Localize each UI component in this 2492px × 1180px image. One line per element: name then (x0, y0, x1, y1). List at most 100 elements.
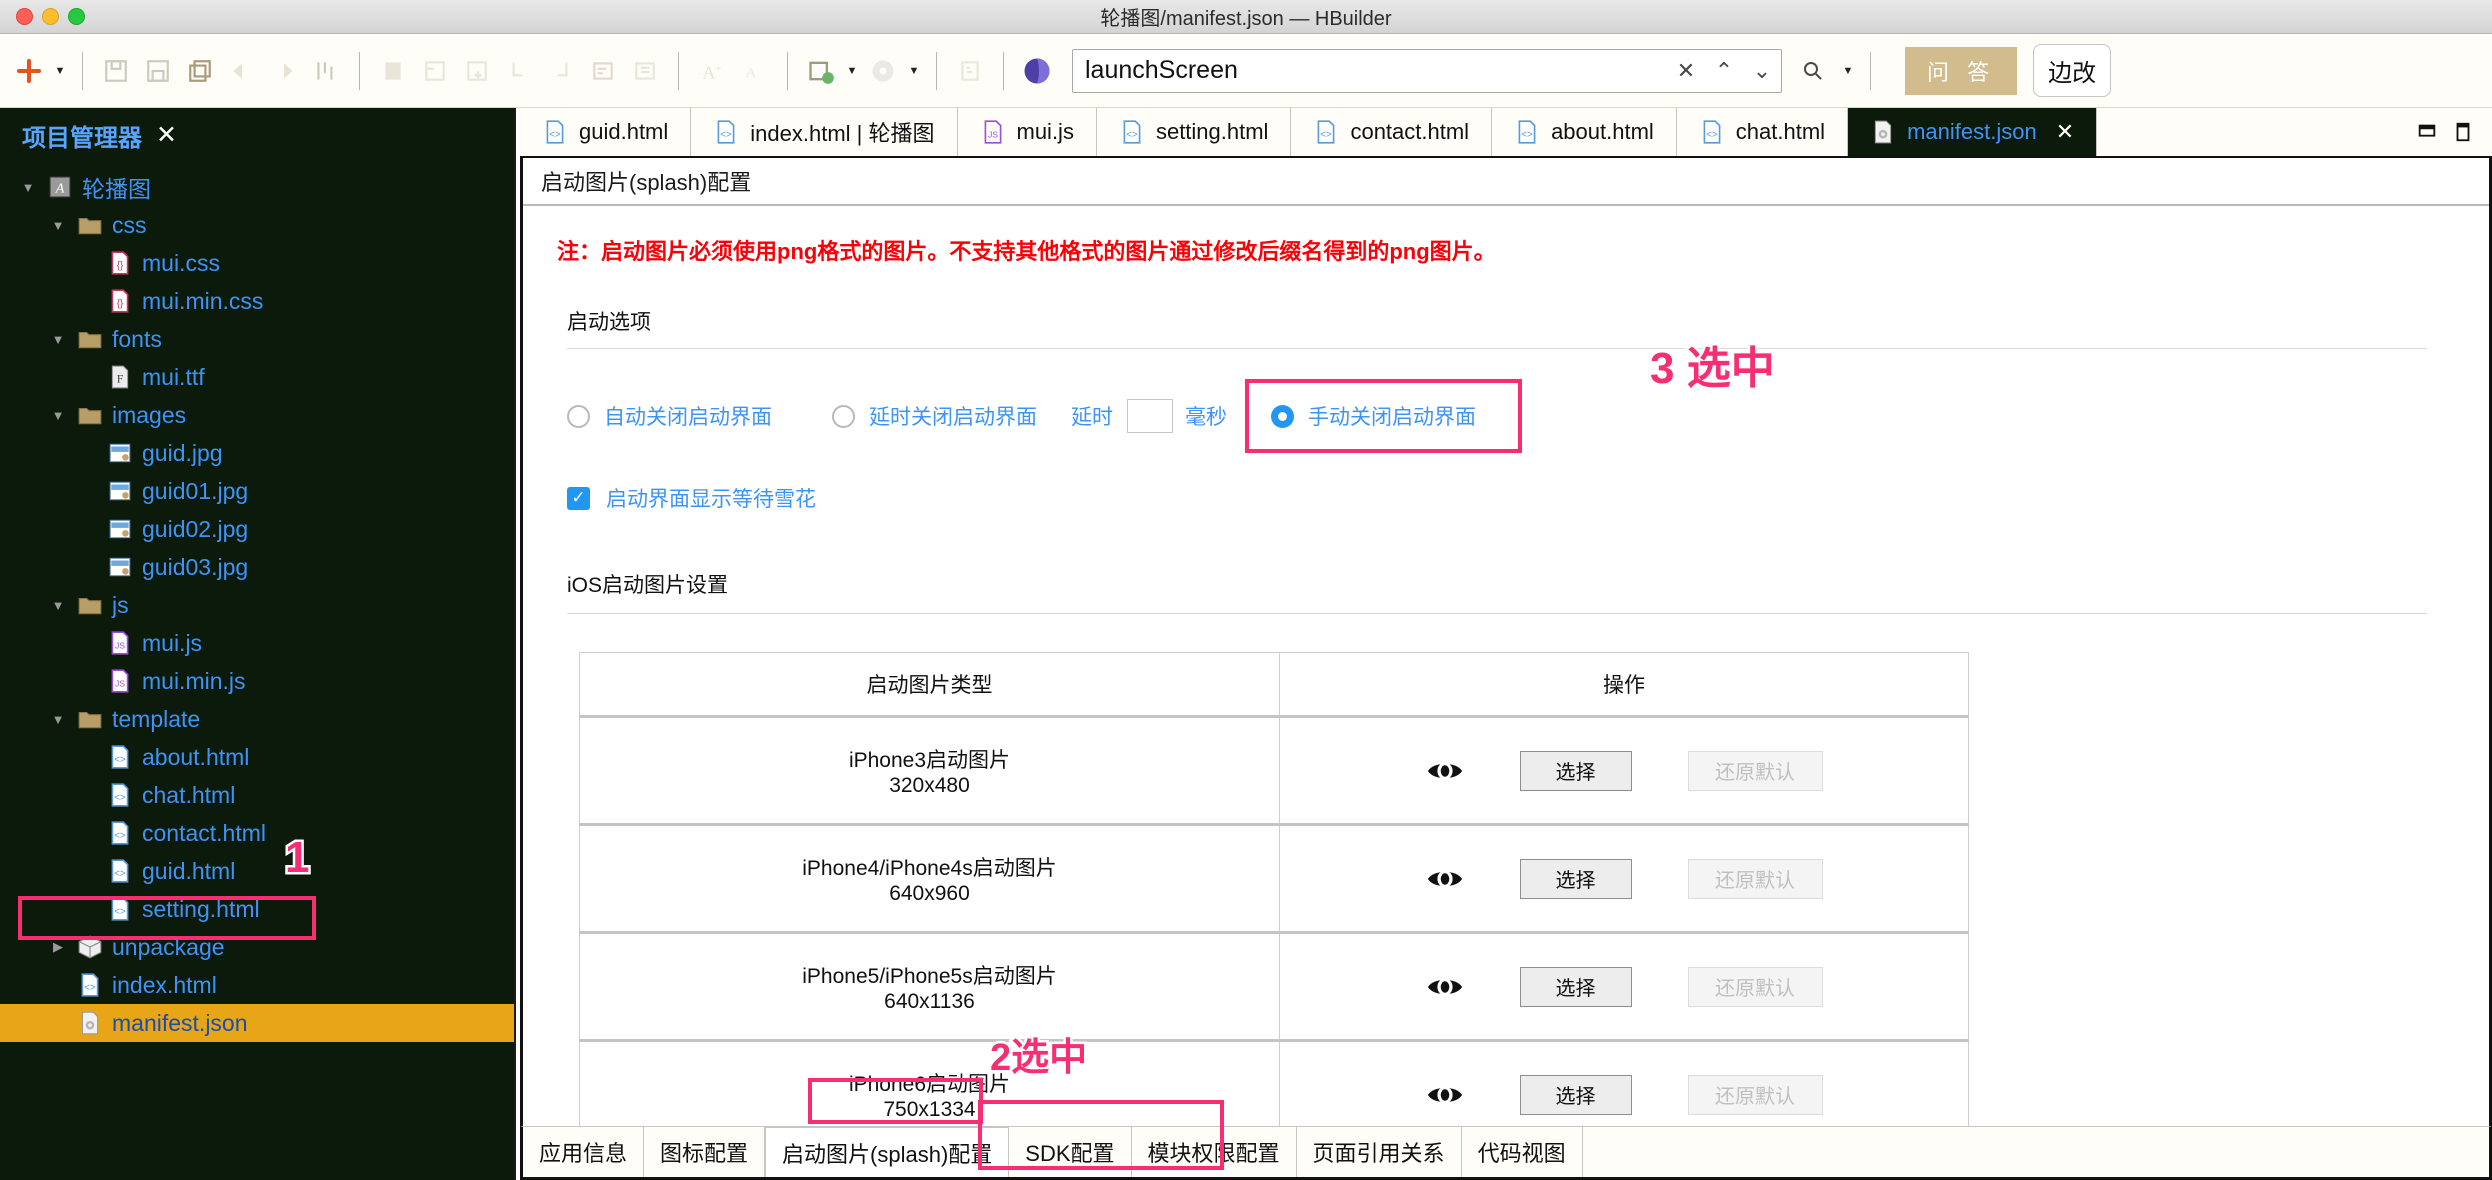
bottom-tab-0[interactable]: 应用信息 (523, 1127, 645, 1177)
select-image-button[interactable]: 选择 (1519, 750, 1632, 791)
save-icon[interactable] (95, 50, 137, 92)
bottom-tab-5[interactable]: 页面引用关系 (1297, 1127, 1462, 1177)
close-window-button[interactable] (16, 8, 33, 25)
editor-tab-index-html------[interactable]: <> index.html | 轮播图 (691, 108, 958, 156)
qa-button[interactable]: 问 答 (1905, 46, 2018, 95)
editor-tab-mui-js[interactable]: JS mui.js (957, 108, 1097, 156)
radio-manual-close[interactable]: 手动关闭启动界面 (1271, 401, 1476, 431)
eye-icon[interactable] (1426, 865, 1464, 893)
settings-icon[interactable] (862, 50, 904, 92)
copy-window-icon[interactable] (179, 50, 221, 92)
tree-item-guid-html[interactable]: · <> guid.html (0, 852, 514, 890)
format-icon[interactable] (305, 50, 347, 92)
search-submit-group[interactable]: ▼ (1794, 50, 1858, 92)
chevron-down-icon[interactable]: ▼ (48, 332, 68, 347)
editor-tab-guid-html[interactable]: <> guid.html (520, 108, 692, 156)
zoom-window-button[interactable] (68, 8, 85, 25)
bottom-tab-6[interactable]: 代码视图 (1462, 1127, 1583, 1177)
bottom-tab-1[interactable]: 图标配置 (644, 1127, 766, 1177)
tree-item-mui-css[interactable]: · {} mui.css (0, 244, 514, 282)
tree-item-contact-html[interactable]: · <> contact.html (0, 814, 514, 852)
tree-item-guid02-jpg[interactable]: · guid02.jpg (0, 510, 514, 548)
delay-input[interactable] (1127, 399, 1173, 433)
chevron-down-icon[interactable]: ▼ (48, 408, 68, 423)
select-image-button[interactable]: 选择 (1519, 1074, 1632, 1115)
tree-item-fonts[interactable]: ▼ fonts (0, 320, 514, 358)
editor-tab-chat-html[interactable]: <> chat.html (1676, 108, 1849, 156)
radio-delay-close[interactable]: 延时关闭启动界面 (832, 401, 1037, 431)
font-increase-icon[interactable]: A + (691, 50, 733, 92)
close-icon[interactable]: ✕ (1667, 50, 1705, 92)
run-icon[interactable] (800, 50, 842, 92)
tree-item-mui-ttf[interactable]: · Fmui.ttf (0, 358, 514, 396)
view-left-icon[interactable] (498, 50, 540, 92)
bottom-tab-2[interactable]: 启动图片(splash)配置 (765, 1127, 1010, 1177)
undo-icon[interactable] (221, 50, 263, 92)
chevron-down-icon[interactable]: ▼ (48, 598, 68, 613)
editor-tab-contact-html[interactable]: <> contact.html (1291, 108, 1493, 156)
eye-icon[interactable] (1426, 1081, 1464, 1109)
maximize-icon[interactable] (2452, 121, 2474, 143)
plus-icon[interactable] (8, 50, 50, 92)
font-decrease-icon[interactable]: A (733, 50, 775, 92)
chevron-down-icon[interactable]: ▼ (50, 50, 70, 92)
tree-item-guid03-jpg[interactable]: · guid03.jpg (0, 548, 514, 586)
tree-item-js[interactable]: ▼ js (0, 586, 514, 624)
settings-dropdown-icon[interactable]: ▼ (904, 50, 924, 92)
view-split-icon[interactable] (414, 50, 456, 92)
view-right-icon[interactable] (540, 50, 582, 92)
tree-item-chat-html[interactable]: · <> chat.html (0, 776, 514, 814)
outline-icon[interactable] (624, 50, 666, 92)
tree-item-mui-min-css[interactable]: · {} mui.min.css (0, 282, 514, 320)
editor-tab-manifest-json[interactable]: manifest.json ✕ (1848, 108, 2098, 156)
tree-item-images[interactable]: ▼ images (0, 396, 514, 434)
radio-manual-close-control[interactable] (1271, 404, 1294, 428)
tree-item-mui-js[interactable]: · JS mui.js (0, 624, 514, 662)
view-panel-icon[interactable] (372, 50, 414, 92)
tree-item-about-html[interactable]: · <> about.html (0, 738, 514, 776)
chevron-down-icon[interactable]: ▼ (18, 180, 38, 195)
redo-icon[interactable] (263, 50, 305, 92)
chevron-up-icon[interactable]: ⌃ (1705, 50, 1743, 92)
view-bottom-icon[interactable] (456, 50, 498, 92)
list-icon[interactable] (582, 50, 624, 92)
close-icon[interactable]: ✕ (2056, 119, 2074, 145)
tree-item-template[interactable]: ▼ template (0, 700, 514, 738)
chevron-down-icon[interactable]: ▼ (48, 712, 68, 727)
search-box[interactable]: ✕ ⌃ ⌄ (1072, 48, 1782, 93)
snowflake-checkbox-row[interactable]: ✓ 启动界面显示等待雪花 (523, 453, 2489, 513)
minimize-window-button[interactable] (42, 8, 59, 25)
tree-item-unpackage[interactable]: ▶ unpackage (0, 928, 514, 966)
radio-auto-close-control[interactable] (567, 404, 590, 428)
save-all-icon[interactable] (137, 50, 179, 92)
search-icon[interactable] (1794, 59, 1832, 83)
tree-item----[interactable]: ▼ A 轮播图 (0, 168, 514, 206)
tree-item-css[interactable]: ▼ css (0, 206, 514, 244)
tree-item-index-html[interactable]: · <> index.html (0, 966, 514, 1004)
edge-button[interactable]: 边改 (2033, 44, 2112, 97)
chevron-down-icon[interactable]: ⌄ (1743, 50, 1781, 92)
bottom-tab-3[interactable]: SDK配置 (1009, 1127, 1132, 1177)
run-dropdown-icon[interactable]: ▼ (842, 50, 862, 92)
search-input[interactable] (1073, 49, 1667, 92)
tree-item-guid-jpg[interactable]: · guid.jpg (0, 434, 514, 472)
tree-item-mui-min-js[interactable]: · JS mui.min.js (0, 662, 514, 700)
select-image-button[interactable]: 选择 (1519, 966, 1632, 1007)
select-image-button[interactable]: 选择 (1519, 858, 1632, 899)
radio-delay-close-control[interactable] (832, 404, 855, 428)
tree-item-guid01-jpg[interactable]: · guid01.jpg (0, 472, 514, 510)
eye-icon[interactable] (1426, 973, 1464, 1001)
browser-icon[interactable] (1016, 50, 1058, 92)
preview-icon[interactable] (949, 50, 991, 92)
tree-item-manifest-json[interactable]: · manifest.json (0, 1004, 514, 1042)
editor-tab-about-html[interactable]: <> about.html (1492, 108, 1677, 156)
close-icon[interactable]: ✕ (156, 120, 177, 150)
minimize-icon[interactable] (2416, 121, 2438, 143)
chevron-down-icon[interactable]: ▼ (48, 218, 68, 233)
editor-tab-setting-html[interactable]: <> setting.html (1096, 108, 1292, 156)
bottom-tab-4[interactable]: 模块权限配置 (1132, 1127, 1297, 1177)
radio-auto-close[interactable]: 自动关闭启动界面 (567, 401, 772, 431)
caret-down-icon[interactable]: ▼ (1838, 50, 1858, 92)
chevron-right-icon[interactable]: ▶ (48, 939, 68, 955)
tree-item-setting-html[interactable]: · <> setting.html (0, 890, 514, 928)
